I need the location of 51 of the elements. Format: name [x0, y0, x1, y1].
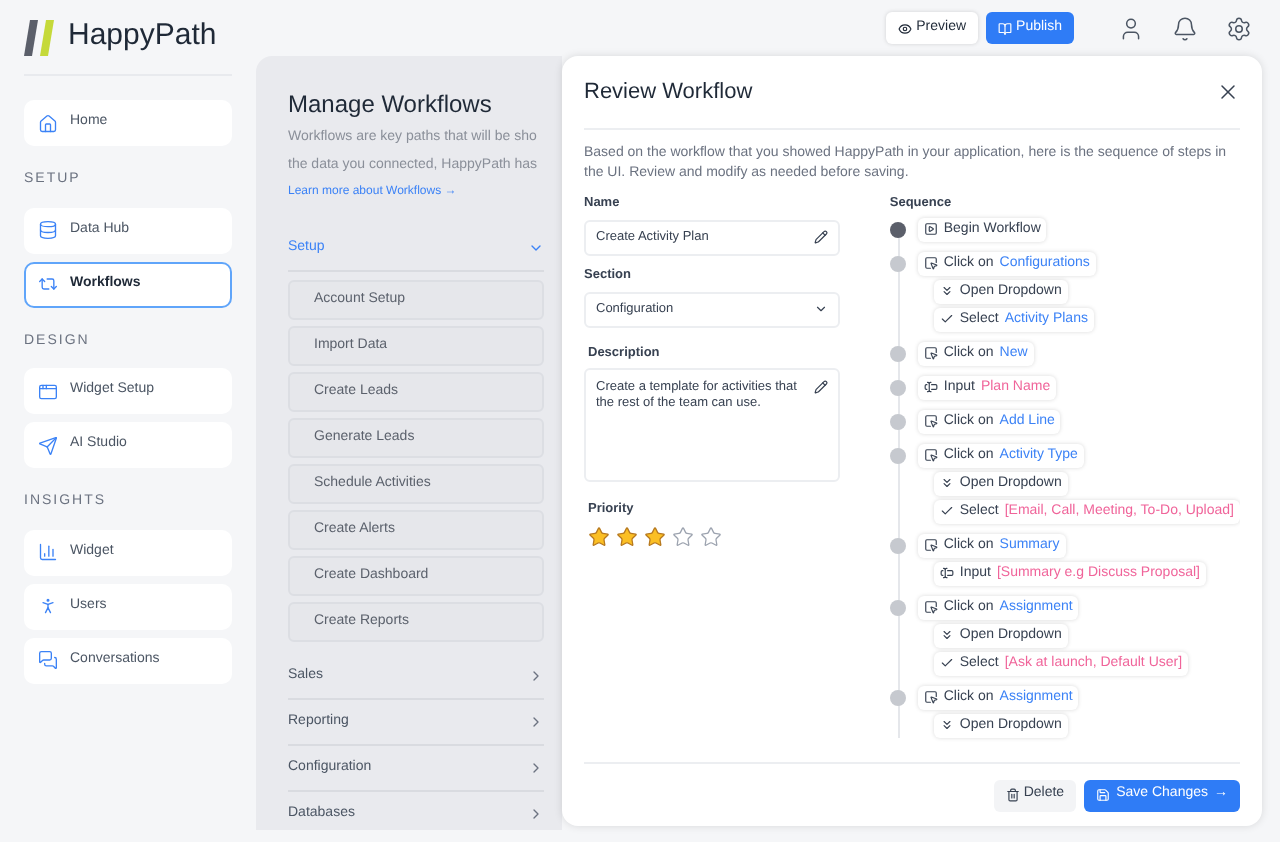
trash-icon: [1005, 788, 1020, 802]
double-chevron-icon: [939, 476, 954, 491]
pointer-icon: [923, 414, 938, 429]
repeat-icon: [38, 274, 58, 294]
chevron-right-icon: [528, 760, 544, 776]
panel-title: Manage Workflows: [288, 88, 494, 122]
pencil-icon[interactable]: [813, 230, 828, 245]
app-name: HappyPath: [68, 16, 217, 57]
database-icon: [38, 220, 58, 240]
star-icon[interactable]: [700, 526, 722, 548]
window-icon: [38, 381, 58, 401]
pointer-icon: [923, 448, 938, 463]
house-icon: [38, 113, 58, 133]
pencil-icon[interactable]: [813, 380, 828, 395]
save-icon: [1096, 788, 1111, 802]
chevron-right-icon: [528, 714, 544, 730]
logo-icon: [24, 19, 56, 55]
eye-icon: [898, 21, 913, 35]
double-chevron-icon: [939, 284, 954, 299]
bell-icon[interactable]: [1172, 15, 1198, 41]
dialog-title: Review Workflow: [584, 77, 753, 108]
play-icon: [923, 222, 938, 237]
pointer-icon: [923, 346, 938, 361]
text-cursor-icon: [923, 380, 938, 395]
person-icon: [38, 596, 58, 616]
priority-stars[interactable]: [588, 526, 722, 548]
star-icon[interactable]: [588, 526, 610, 548]
settings-icon[interactable]: [1226, 15, 1252, 41]
chevron-right-icon: [528, 806, 544, 822]
chevron-down-icon: [528, 240, 544, 256]
send-icon: [38, 435, 58, 455]
check-icon: [939, 504, 954, 519]
check-icon: [939, 312, 954, 327]
chevron-right-icon: [528, 668, 544, 684]
chat-icon: [38, 650, 58, 670]
pointer-icon: [923, 256, 938, 271]
text-cursor-icon: [939, 566, 954, 581]
pointer-icon: [923, 600, 938, 615]
check-icon: [939, 656, 954, 671]
chevron-down-icon: [813, 302, 828, 316]
close-icon[interactable]: [1216, 80, 1240, 104]
star-icon[interactable]: [672, 526, 694, 548]
pointer-icon: [923, 690, 938, 705]
pointer-icon: [923, 538, 938, 553]
double-chevron-icon: [939, 718, 954, 733]
chart-icon: [38, 542, 58, 562]
book-icon: [998, 21, 1013, 35]
user-icon[interactable]: [1118, 15, 1144, 41]
double-chevron-icon: [939, 628, 954, 643]
star-icon[interactable]: [616, 526, 638, 548]
star-icon[interactable]: [644, 526, 666, 548]
